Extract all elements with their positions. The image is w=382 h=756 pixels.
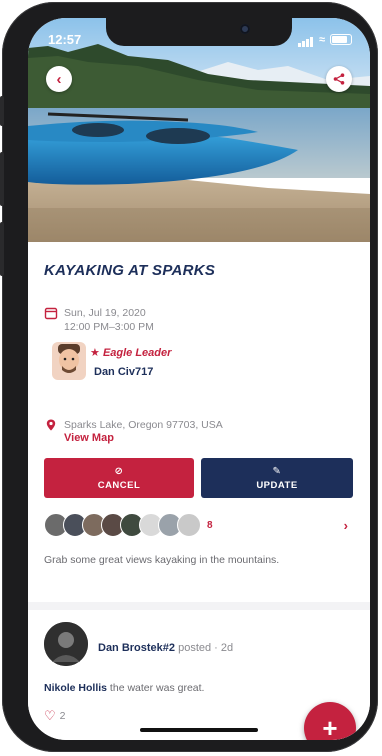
home-indicator	[140, 728, 258, 732]
volume-down-button	[0, 222, 4, 276]
event-datetime: Sun, Jul 19, 2020 12:00 PM–3:00 PM	[44, 306, 154, 334]
cancel-label: CANCEL	[97, 479, 141, 491]
leader-name[interactable]: Dan Civ717	[94, 366, 153, 378]
cancel-button[interactable]: ⊘ CANCEL	[44, 458, 194, 498]
location-text: Sparks Lake, Oregon 97703, USA	[64, 419, 223, 431]
event-description: Grab some great views kayaking in the mo…	[44, 554, 280, 566]
like-count: 2	[59, 710, 66, 722]
wifi-icon: ≈	[318, 33, 325, 46]
app-screen: 12:57 ≈ ‹ KAYAKING AT SPARKS Sun, Jul 19…	[28, 18, 370, 740]
heart-icon: ♡	[44, 708, 56, 723]
event-location: Sparks Lake, Oregon 97703, USA View Map	[44, 418, 223, 444]
notch	[106, 18, 292, 46]
calendar-icon	[44, 307, 58, 320]
view-map-link[interactable]: View Map	[64, 432, 223, 444]
mute-switch	[0, 96, 4, 126]
post-author-name[interactable]: Dan Brostek#2	[98, 642, 175, 654]
star-icon: ★	[90, 347, 100, 359]
chevron-right-icon[interactable]: ›	[344, 518, 348, 533]
event-time: 12:00 PM–3:00 PM	[64, 321, 154, 333]
event-details: KAYAKING AT SPARKS Sun, Jul 19, 2020 12:…	[28, 242, 370, 740]
status-icons: ≈	[297, 32, 352, 47]
share-button[interactable]	[326, 66, 352, 92]
post-header: Dan Brostek#2 posted · 2d	[98, 642, 233, 654]
front-camera	[240, 24, 250, 34]
attendee-list[interactable]: 8	[44, 512, 213, 538]
chevron-left-icon: ‹	[56, 70, 62, 88]
status-time: 12:57	[48, 32, 82, 47]
event-title: KAYAKING AT SPARKS	[44, 262, 216, 279]
post-body: Nikole Hollis the water was great.	[44, 682, 204, 694]
event-date: Sun, Jul 19, 2020	[64, 307, 146, 319]
attendee-count: 8	[207, 519, 213, 531]
signal-icon	[297, 32, 314, 47]
back-button[interactable]: ‹	[46, 66, 72, 92]
ban-icon: ⊘	[114, 465, 124, 477]
post-meta: posted · 2d	[175, 642, 234, 654]
battery-icon	[330, 34, 352, 45]
post-comment-text: the water was great.	[107, 682, 205, 694]
update-button[interactable]: ✎ UPDATE	[201, 458, 353, 498]
volume-up-button	[0, 152, 4, 206]
pencil-icon: ✎	[272, 465, 282, 477]
plus-icon: +	[322, 712, 338, 741]
like-button[interactable]: ♡ 2	[44, 708, 66, 724]
leader-role: ★ Eagle Leader	[90, 346, 171, 359]
section-divider	[28, 602, 370, 610]
attendee-avatar	[177, 513, 201, 537]
post-commenter-name[interactable]: Nikole Hollis	[44, 682, 107, 694]
leader-avatar[interactable]	[52, 342, 86, 380]
share-icon	[333, 73, 345, 85]
update-label: UPDATE	[256, 479, 298, 491]
map-pin-icon	[46, 419, 56, 431]
leader-role-text: Eagle Leader	[102, 347, 172, 359]
add-post-button[interactable]: +	[304, 702, 356, 740]
post-author-avatar[interactable]	[44, 622, 88, 666]
